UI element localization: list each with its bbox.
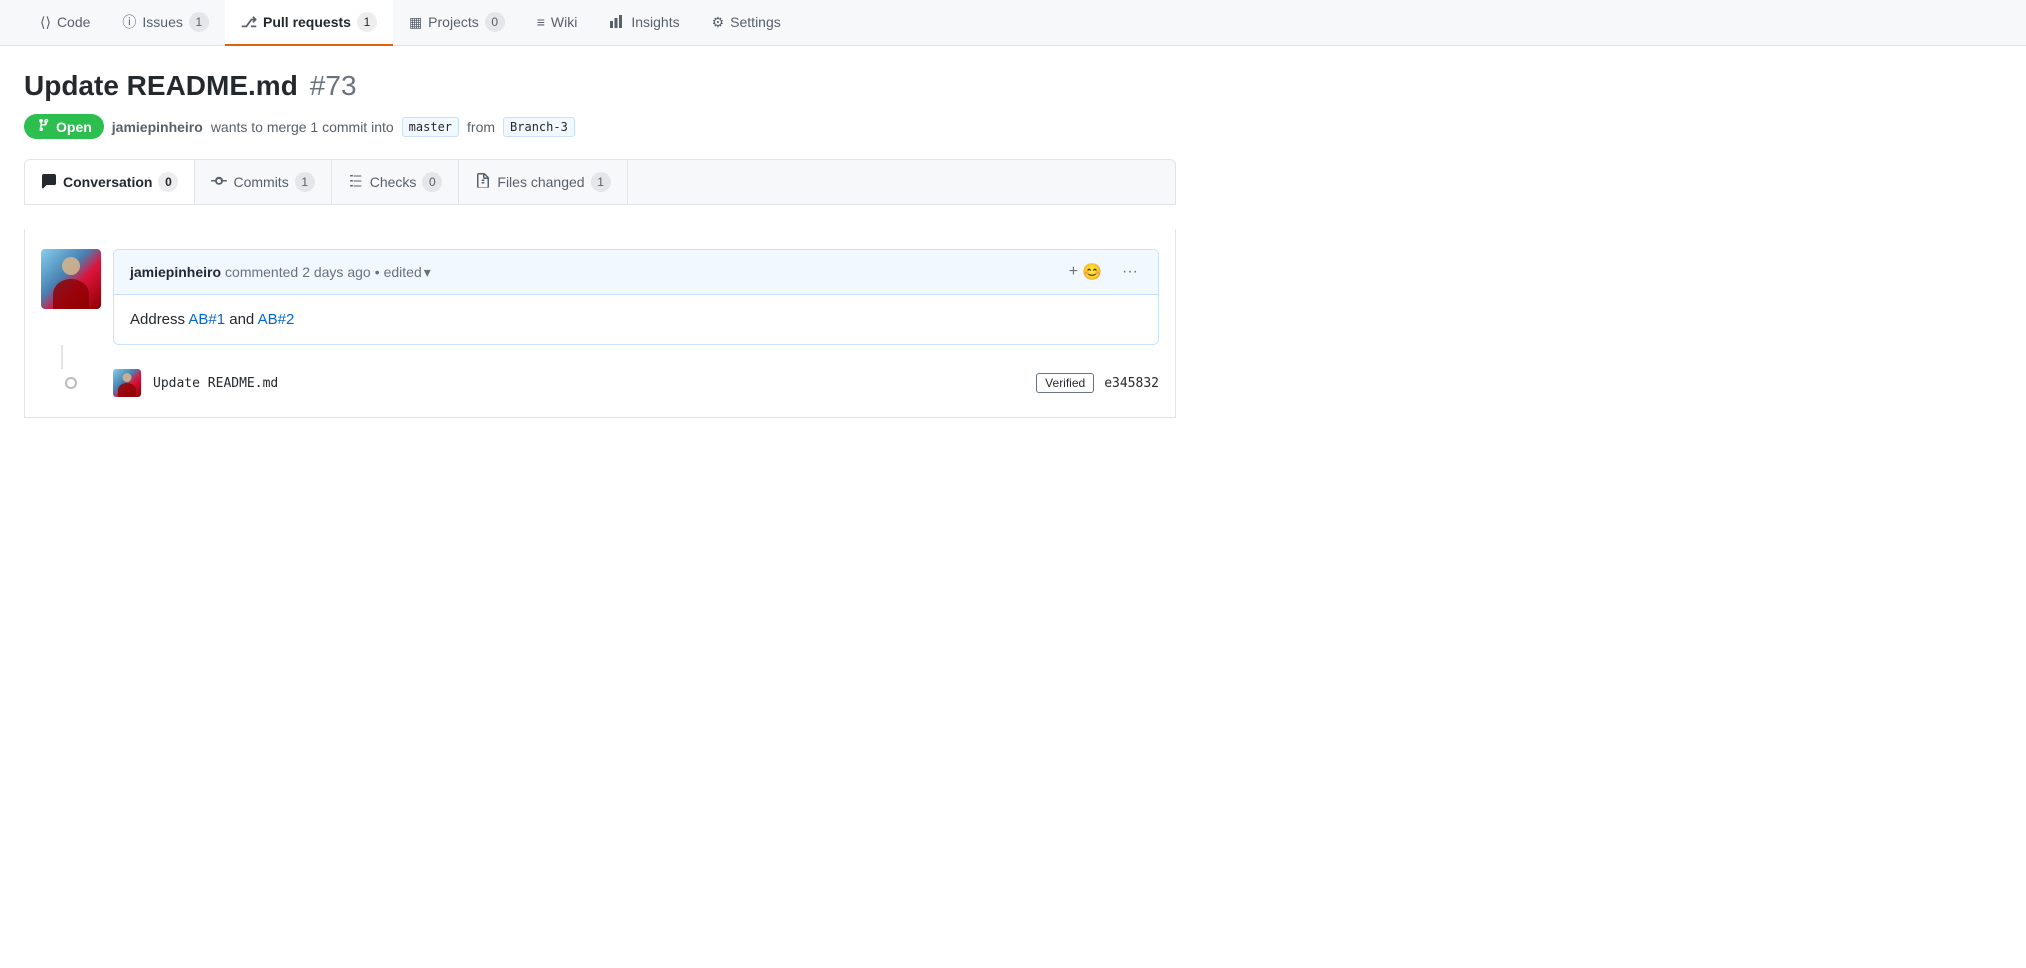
more-options-button[interactable]: ··· — [1118, 261, 1142, 283]
pr-tab-commits[interactable]: Commits 1 — [195, 160, 331, 204]
status-label: Open — [56, 119, 92, 135]
tab-wiki[interactable]: ≡ Wiki — [521, 2, 594, 44]
commits-icon — [211, 173, 227, 192]
plus-icon: + — [1069, 263, 1078, 281]
comment-time: 2 days ago — [302, 264, 371, 280]
tab-code-label: Code — [57, 14, 90, 30]
comment-link-1[interactable]: AB#1 — [188, 311, 225, 328]
pr-merge-text: wants to merge 1 commit into — [211, 119, 394, 135]
pr-author[interactable]: jamiepinheiro — [112, 119, 203, 135]
tab-insights-label: Insights — [631, 14, 679, 30]
settings-icon: ⚙ — [712, 14, 725, 31]
insights-icon — [609, 13, 625, 32]
comment-author[interactable]: jamiepinheiro — [130, 264, 221, 280]
files-changed-badge: 1 — [591, 172, 611, 192]
conversation-badge: 0 — [158, 172, 178, 192]
checks-icon — [348, 173, 364, 192]
code-icon: ⟨⟩ — [40, 14, 51, 31]
emoji-icon: 😊 — [1082, 262, 1102, 282]
pr-tabs: Conversation 0 Commits 1 Checks 0 — [24, 159, 1176, 205]
commit-message[interactable]: Update README.md — [153, 376, 1024, 391]
source-branch[interactable]: Branch-3 — [503, 117, 575, 137]
comment-header-right: + 😊 ··· — [1065, 260, 1142, 284]
tab-settings-label: Settings — [730, 14, 781, 30]
commit-avatar — [113, 369, 141, 397]
target-branch[interactable]: master — [402, 117, 459, 137]
pr-meta: Open jamiepinheiro wants to merge 1 comm… — [24, 114, 1176, 139]
tab-wiki-label: Wiki — [551, 14, 577, 30]
comment-separator: • — [375, 264, 380, 280]
pr-title: Update README.md #73 — [24, 70, 1176, 102]
commit-dot — [65, 377, 77, 389]
pr-tab-files-changed[interactable]: Files changed 1 — [459, 160, 627, 204]
tab-code[interactable]: ⟨⟩ Code — [24, 2, 106, 45]
checks-badge: 0 — [422, 172, 442, 192]
commit-row: Update README.md Verified e345832 — [25, 369, 1175, 417]
pr-tab-commits-label: Commits — [233, 174, 288, 190]
tab-insights[interactable]: Insights — [593, 1, 695, 46]
pr-number: #73 — [310, 70, 357, 102]
files-changed-icon — [475, 173, 491, 192]
ellipsis-icon: ··· — [1122, 263, 1138, 281]
status-badge: Open — [24, 114, 104, 139]
tab-issues[interactable]: ⓘ Issues 1 — [106, 0, 224, 46]
verified-badge[interactable]: Verified — [1036, 373, 1094, 393]
tab-settings[interactable]: ⚙ Settings — [696, 2, 797, 45]
tab-projects[interactable]: ▦ Projects 0 — [393, 0, 521, 46]
commit-hash[interactable]: e345832 — [1104, 376, 1159, 391]
avatar-image — [41, 249, 101, 309]
comment-section: jamiepinheiro commented 2 days ago • edi… — [25, 229, 1175, 345]
projects-badge: 0 — [485, 12, 505, 32]
conversation-icon — [41, 173, 57, 192]
comment-action: commented — [225, 264, 298, 280]
tab-pull-requests-label: Pull requests — [263, 14, 351, 30]
comment-header: jamiepinheiro commented 2 days ago • edi… — [114, 250, 1158, 295]
comment-body: Address AB#1 and AB#2 — [114, 295, 1158, 344]
commits-badge: 1 — [295, 172, 315, 192]
pr-tab-conversation[interactable]: Conversation 0 — [25, 160, 195, 205]
commit-right: Verified e345832 — [1036, 373, 1159, 393]
avatar — [41, 249, 101, 309]
add-reaction-button[interactable]: + 😊 — [1065, 260, 1106, 284]
comment-header-left: jamiepinheiro commented 2 days ago • edi… — [130, 264, 431, 281]
pr-tab-checks-label: Checks — [370, 174, 417, 190]
issues-badge: 1 — [189, 12, 209, 32]
issues-icon: ⓘ — [122, 12, 136, 32]
comment-link-2[interactable]: AB#2 — [258, 311, 295, 328]
pr-title-text: Update README.md — [24, 70, 298, 102]
main-content: Update README.md #73 Open jamiepinheiro … — [0, 46, 1200, 418]
pr-tab-checks[interactable]: Checks 0 — [332, 160, 460, 204]
tab-projects-label: Projects — [428, 14, 479, 30]
tab-issues-label: Issues — [142, 14, 182, 30]
comment-and-text: and — [225, 311, 258, 328]
open-icon — [36, 118, 50, 135]
comment-edited[interactable]: edited ▾ — [384, 264, 431, 281]
pr-tab-conversation-label: Conversation — [63, 174, 152, 190]
tab-pull-requests[interactable]: ⎇ Pull requests 1 — [225, 0, 393, 46]
chevron-down-icon: ▾ — [424, 264, 431, 281]
wiki-icon: ≡ — [537, 14, 545, 30]
comment-body-text: Address — [130, 311, 188, 328]
pr-from-text: from — [467, 119, 495, 135]
repo-nav: ⟨⟩ Code ⓘ Issues 1 ⎇ Pull requests 1 ▦ P… — [0, 0, 2026, 46]
projects-icon: ▦ — [409, 14, 422, 31]
pull-requests-badge: 1 — [357, 12, 377, 32]
comment-box: jamiepinheiro commented 2 days ago • edi… — [113, 249, 1159, 345]
pull-requests-icon: ⎇ — [241, 14, 257, 31]
pr-tab-files-changed-label: Files changed — [497, 174, 584, 190]
